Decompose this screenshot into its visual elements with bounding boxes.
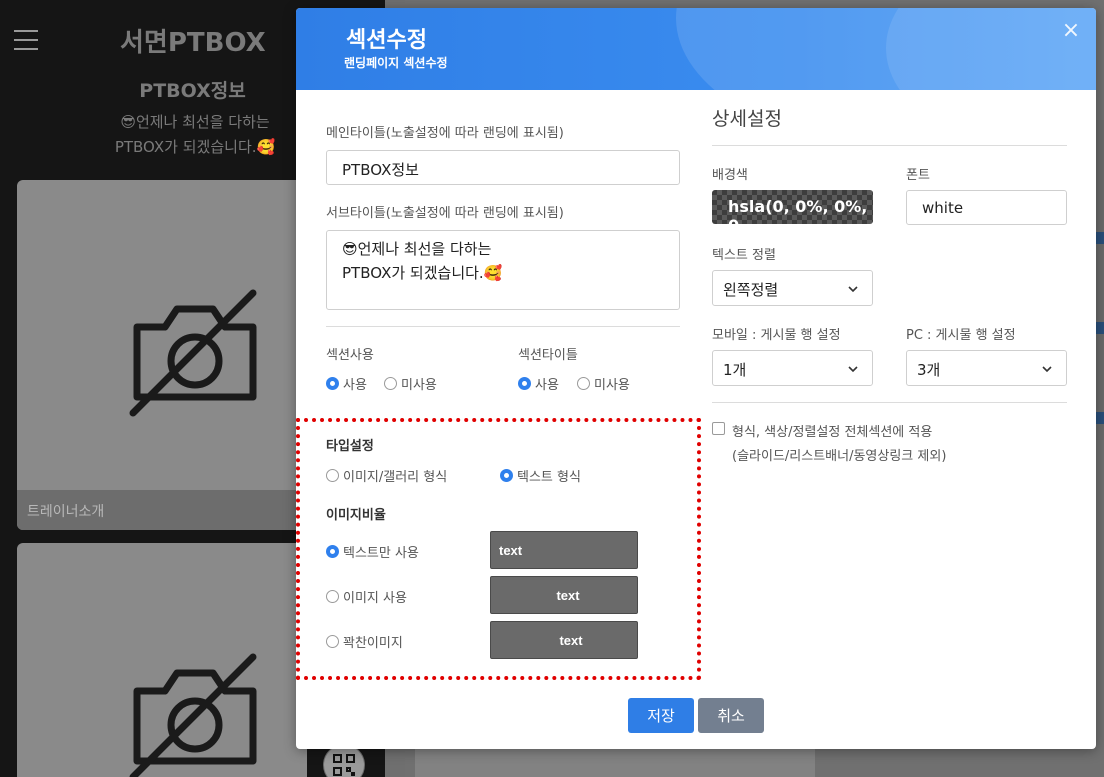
- mobile-rows-label: 모바일 : 게시물 행 설정: [712, 328, 841, 343]
- bg-color-label: 배경색: [712, 168, 748, 183]
- chevron-down-icon: [848, 286, 858, 293]
- pc-rows-label: PC : 게시물 행 설정: [906, 328, 1016, 343]
- ratio-full-image-radio[interactable]: 꽉찬이미지: [326, 632, 403, 651]
- modal-subtitle: 랜딩페이지 섹션수정: [344, 56, 448, 70]
- type-settings-label: 타입설정: [326, 439, 374, 454]
- section-use-label: 섹션사용: [326, 348, 374, 363]
- main-title-input[interactable]: PTBOX정보: [326, 150, 680, 185]
- ratio-image-radio[interactable]: 이미지 사용: [326, 587, 407, 606]
- background-marker: [1096, 232, 1104, 244]
- background-panel: [415, 745, 815, 777]
- pc-rows-select[interactable]: 3개: [906, 350, 1067, 386]
- section-title-radio-on[interactable]: 사용: [518, 374, 559, 393]
- background-marker: [1096, 412, 1104, 424]
- background-marker: [1096, 322, 1104, 334]
- text-align-select[interactable]: 왼쪽정렬: [712, 270, 873, 306]
- close-icon[interactable]: ×: [1060, 20, 1082, 42]
- sub-title-label: 서브타이틀(노출설정에 따라 랜딩에 표시됨): [326, 206, 564, 221]
- type-text-radio[interactable]: 텍스트 형식: [500, 466, 581, 485]
- bg-color-picker[interactable]: hsla(0, 0%, 0%, 0: [712, 190, 873, 224]
- modal-header: 섹션수정 랜딩페이지 섹션수정 ×: [296, 8, 1096, 90]
- cancel-button[interactable]: 취소: [698, 698, 764, 733]
- ratio-image-preview[interactable]: text: [490, 576, 638, 614]
- content-card[interactable]: [17, 543, 307, 777]
- image-ratio-label: 이미지비율: [326, 508, 386, 523]
- mobile-rows-select[interactable]: 1개: [712, 350, 873, 386]
- divider: [712, 145, 1067, 146]
- type-image-gallery-radio[interactable]: 이미지/갤러리 형식: [326, 466, 447, 485]
- info-subtitle-line1: 😎언제나 최선을 다하는: [120, 113, 270, 131]
- hamburger-menu-icon[interactable]: [14, 30, 38, 50]
- content-card[interactable]: 트레이너소개: [17, 180, 307, 530]
- divider: [712, 402, 1067, 403]
- apply-all-label-line1: 형식, 색상/정렬설정 전체섹션에 적용: [732, 425, 933, 440]
- brand-title: 서면PTBOX: [120, 28, 266, 58]
- info-subtitle-line2: PTBOX가 되겠습니다.🥰: [114, 138, 276, 156]
- sub-title-line2: PTBOX가 되겠습니다.🥰: [342, 264, 503, 282]
- no-camera-icon: [129, 653, 257, 777]
- text-align-label: 텍스트 정렬: [712, 248, 776, 263]
- bg-color-value: hsla(0, 0%, 0%, 0: [728, 197, 868, 224]
- font-label: 폰트: [906, 168, 930, 183]
- ratio-text-only-radio[interactable]: 텍스트만 사용: [326, 542, 419, 561]
- apply-all-label-line2: (슬라이드/리스트배너/동영상링크 제외): [732, 449, 947, 464]
- modal-title: 섹션수정: [346, 28, 427, 53]
- ratio-text-only-preview[interactable]: text: [490, 531, 638, 569]
- apply-all-checkbox[interactable]: [712, 422, 725, 435]
- ratio-full-image-preview[interactable]: text: [490, 621, 638, 659]
- card-caption: 트레이너소개: [17, 490, 307, 530]
- detail-settings-title: 상세설정: [712, 108, 782, 130]
- divider: [326, 326, 680, 327]
- no-camera-icon: [129, 289, 257, 417]
- section-edit-modal: 섹션수정 랜딩페이지 섹션수정 × 메인타이틀(노출설정에 따라 랜딩에 표시됨…: [296, 8, 1096, 749]
- section-use-radio-off[interactable]: 미사용: [384, 374, 437, 393]
- section-title-radio-off[interactable]: 미사용: [577, 374, 630, 393]
- info-subtitle: 😎언제나 최선을 다하는 PTBOX가 되겠습니다.🥰: [90, 110, 300, 160]
- font-input[interactable]: white: [906, 190, 1067, 225]
- main-title-label: 메인타이틀(노출설정에 따라 랜딩에 표시됨): [326, 126, 564, 141]
- save-button[interactable]: 저장: [628, 698, 694, 733]
- chevron-down-icon: [848, 366, 858, 373]
- section-title-label: 섹션타이틀: [518, 348, 578, 363]
- sub-title-line1: 😎언제나 최선을 다하는: [342, 240, 492, 258]
- section-use-radio-on[interactable]: 사용: [326, 374, 367, 393]
- chevron-down-icon: [1042, 366, 1052, 373]
- sub-title-textarea[interactable]: 😎언제나 최선을 다하는 PTBOX가 되겠습니다.🥰: [326, 230, 680, 310]
